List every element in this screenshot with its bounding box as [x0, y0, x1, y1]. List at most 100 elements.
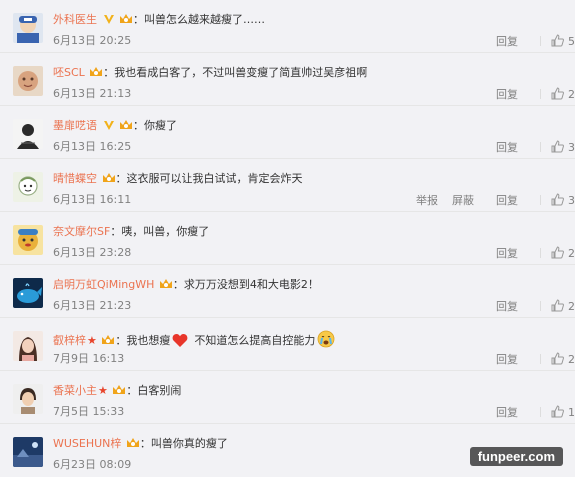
comment-actions: 回复 2 — [484, 87, 575, 101]
divider — [540, 354, 541, 364]
divider — [540, 89, 541, 99]
separator: ： — [103, 66, 115, 79]
comment-text: 叫兽怎么越来越瘦了…… — [144, 13, 265, 26]
username-link[interactable]: 叡梓梓 — [53, 334, 86, 347]
comment-text: 求万万没想到4和大电影2！ — [183, 278, 319, 291]
like-button[interactable]: 2 — [551, 352, 575, 367]
username-link[interactable]: 启明万虹QiMingWH — [53, 278, 154, 291]
vip-crown-icon — [113, 385, 126, 394]
comment-list: 外科医生 ： 叫兽怎么越来越瘦了…… 6月13日 20:25 回复 5 呸SCL — [0, 0, 575, 477]
comment-line: WUSEHUN梓 ：叫兽你真的瘦了 — [53, 436, 228, 452]
like-button[interactable]: 3 — [551, 193, 575, 208]
divider — [540, 407, 541, 417]
comment-text: 我也看成白客了，不过叫兽变瘦了简直帅过吴彦祖啊 — [114, 66, 368, 79]
thumbs-up-icon — [551, 405, 564, 418]
comment-line: 叡梓梓★ ：我也想瘦 不知道怎么提高自控能力 — [53, 330, 337, 348]
thumbs-up-icon — [551, 34, 564, 47]
verified-v-icon — [103, 121, 114, 130]
avatar[interactable] — [13, 13, 43, 43]
comment-line: 香菜小主★ ：白客别闹 — [53, 383, 181, 399]
comment-item: 晴惜蝶空 ：这衣服可以让我白试试，肯定会炸天 6月13日 16:11 举报 屏蔽 回… — [0, 159, 575, 212]
avatar[interactable] — [13, 384, 43, 414]
avatar[interactable] — [13, 172, 43, 202]
comment-text: 这衣服可以让我白试试，肯定会炸天 — [126, 172, 303, 185]
thumbs-up-icon — [551, 246, 564, 259]
comment-actions: 回复 2 — [484, 299, 575, 313]
like-count: 2 — [568, 88, 575, 101]
star-badge-icon: ★ — [87, 334, 97, 347]
comment-line: 奈文摩尔SF：咦，叫兽，你瘦了 — [53, 224, 209, 240]
comment-actions: 举报 屏蔽 回复 3 — [404, 193, 575, 207]
like-button[interactable]: 1 — [551, 405, 575, 420]
block-button[interactable]: 屏蔽 — [452, 194, 474, 207]
reply-button[interactable]: 回复 — [496, 406, 518, 419]
reply-button[interactable]: 回复 — [496, 194, 518, 207]
avatar[interactable] — [13, 437, 43, 467]
avatar[interactable] — [13, 66, 43, 96]
reply-button[interactable]: 回复 — [496, 35, 518, 48]
avatar[interactable] — [13, 225, 43, 255]
vip-crown-icon — [102, 335, 115, 344]
comment-item: 香菜小主★ ：白客别闹 7月5日 15:33 回复 1 — [0, 371, 575, 424]
comment-date: 7月5日 15:33 — [53, 405, 125, 418]
comment-line: 晴惜蝶空 ：这衣服可以让我白试试，肯定会炸天 — [53, 171, 303, 187]
reply-button[interactable]: 回复 — [496, 88, 518, 101]
comment-item: 启明万虹QiMingWH ：求万万没想到4和大电影2！ 6月13日 21:23 … — [0, 265, 575, 318]
reply-button[interactable]: 回复 — [496, 353, 518, 366]
thumbs-up-icon — [551, 299, 564, 312]
comment-actions: 回复 1 — [484, 405, 575, 419]
comment-text-continued: 不知道怎么提高自控能力 — [194, 334, 316, 347]
comment-line: 呸SCL ：我也看成白客了，不过叫兽变瘦了简直帅过吴彦祖啊 — [53, 65, 367, 81]
divider — [540, 195, 541, 205]
comment-text: 你瘦了 — [144, 119, 177, 132]
divider — [540, 36, 541, 46]
username-link[interactable]: 外科医生 — [53, 13, 97, 26]
reply-button[interactable]: 回复 — [496, 300, 518, 313]
comment-actions: 回复 3 — [484, 140, 575, 154]
avatar[interactable] — [13, 278, 43, 308]
comment-item: 呸SCL ：我也看成白客了，不过叫兽变瘦了简直帅过吴彦祖啊 6月13日 21:1… — [0, 53, 575, 106]
divider — [540, 142, 541, 152]
like-button[interactable]: 5 — [551, 34, 575, 49]
like-count: 1 — [568, 406, 575, 419]
like-button[interactable]: 3 — [551, 140, 575, 155]
vip-crown-icon — [120, 14, 132, 23]
report-button[interactable]: 举报 — [416, 194, 438, 207]
comment-line: 墨扉呓语 ：你瘦了 — [53, 118, 177, 134]
avatar[interactable] — [13, 119, 43, 149]
comment-date: 6月13日 16:25 — [53, 140, 132, 153]
comment-date: 7月9日 16:13 — [53, 352, 125, 365]
comment-item: 墨扉呓语 ：你瘦了 6月13日 16:25 回复 3 — [0, 106, 575, 159]
vip-crown-icon — [126, 438, 139, 447]
separator: ： — [139, 437, 151, 450]
vip-crown-icon — [90, 67, 103, 76]
like-button[interactable]: 2 — [551, 87, 575, 102]
vip-crown-icon — [102, 173, 115, 182]
reply-button[interactable]: 回复 — [496, 141, 518, 154]
avatar[interactable] — [13, 331, 43, 361]
username-link[interactable]: 香菜小主 — [53, 384, 97, 397]
like-button[interactable]: 2 — [551, 246, 575, 261]
comment-date: 6月13日 23:28 — [53, 246, 132, 259]
comment-text: 咦，叫兽，你瘦了 — [121, 225, 210, 238]
verified-v-icon — [103, 15, 114, 24]
username-link[interactable]: 墨扉呓语 — [53, 119, 97, 132]
separator: ： — [172, 278, 184, 291]
username-link[interactable]: WUSEHUN梓 — [53, 437, 121, 450]
like-button[interactable]: 2 — [551, 299, 575, 314]
like-count: 5 — [568, 35, 575, 48]
username-link[interactable]: 奈文摩尔SF — [53, 225, 110, 238]
comment-text: 白客别闹 — [137, 384, 182, 397]
comment-item: 奈文摩尔SF：咦，叫兽，你瘦了 6月13日 23:28 回复 2 — [0, 212, 575, 265]
reply-button[interactable]: 回复 — [496, 247, 518, 260]
separator: ： — [110, 225, 122, 238]
comment-date: 6月13日 20:25 — [53, 34, 132, 47]
divider — [540, 301, 541, 311]
crying-emoji-icon — [317, 330, 335, 348]
thumbs-up-icon — [551, 352, 564, 365]
username-link[interactable]: 呸SCL — [53, 66, 85, 79]
star-badge-icon: ★ — [98, 384, 108, 397]
separator: ： — [133, 119, 144, 132]
username-link[interactable]: 晴惜蝶空 — [53, 172, 97, 185]
vip-crown-icon — [120, 120, 132, 129]
